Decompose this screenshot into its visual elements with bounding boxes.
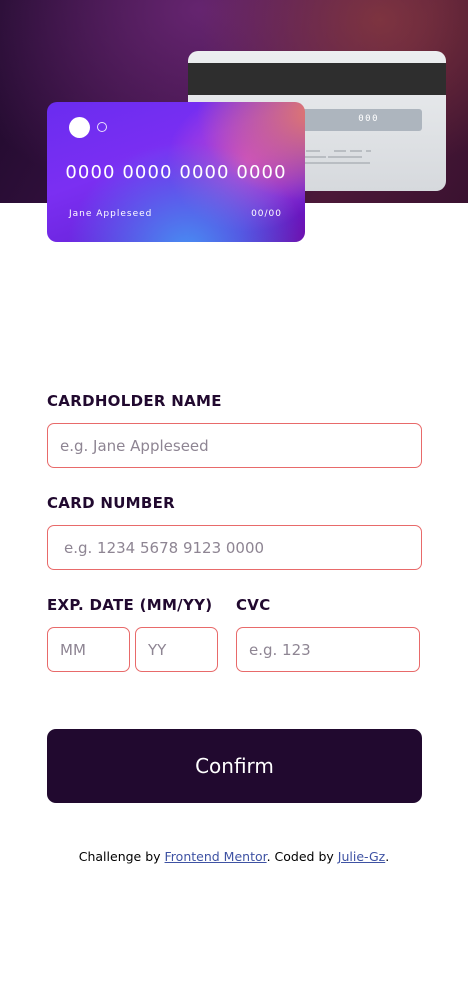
card-number-label: CARD NUMBER: [47, 494, 176, 512]
card-back-decoration: [306, 150, 320, 152]
card-back-decoration: [350, 150, 362, 152]
card-back-decoration: [334, 150, 346, 152]
card-logo-ring-icon: [97, 122, 107, 132]
card-expiry-display: 00/00: [251, 209, 282, 219]
card-logo-circle-icon: [69, 117, 90, 138]
frontend-mentor-link[interactable]: Frontend Mentor: [165, 849, 267, 864]
card-holder-display: Jane Appleseed: [69, 209, 153, 219]
card-back-cvc: 000: [358, 114, 379, 124]
card-number-input[interactable]: [47, 525, 422, 570]
cvc-input[interactable]: [236, 627, 420, 672]
page: 000 0000 0000 0000 0000 Jane Appleseed 0…: [0, 0, 468, 1008]
exp-year-input[interactable]: [135, 627, 218, 672]
footer-suffix: .: [385, 849, 390, 864]
cvc-label: CVC: [236, 596, 271, 614]
exp-month-input[interactable]: [47, 627, 130, 672]
footer-middle: . Coded by: [266, 849, 338, 864]
card-back-decoration: [366, 150, 371, 152]
author-link[interactable]: Julie-Gz: [338, 849, 385, 864]
cardholder-input[interactable]: [47, 423, 422, 468]
card-back-decoration: [302, 156, 326, 158]
confirm-button[interactable]: Confirm: [47, 729, 422, 803]
card-back-decoration: [302, 162, 370, 164]
cardholder-label: CARDHOLDER NAME: [47, 392, 222, 410]
card-front: 0000 0000 0000 0000 Jane Appleseed 00/00: [47, 102, 305, 242]
card-back-decoration: [328, 156, 362, 158]
card-number-display: 0000 0000 0000 0000: [65, 162, 287, 183]
attribution-footer: Challenge by Frontend Mentor. Coded by J…: [0, 849, 468, 864]
magnetic-stripe: [188, 63, 446, 95]
exp-date-label: EXP. DATE (MM/YY): [47, 596, 213, 614]
footer-prefix: Challenge by: [78, 849, 165, 864]
